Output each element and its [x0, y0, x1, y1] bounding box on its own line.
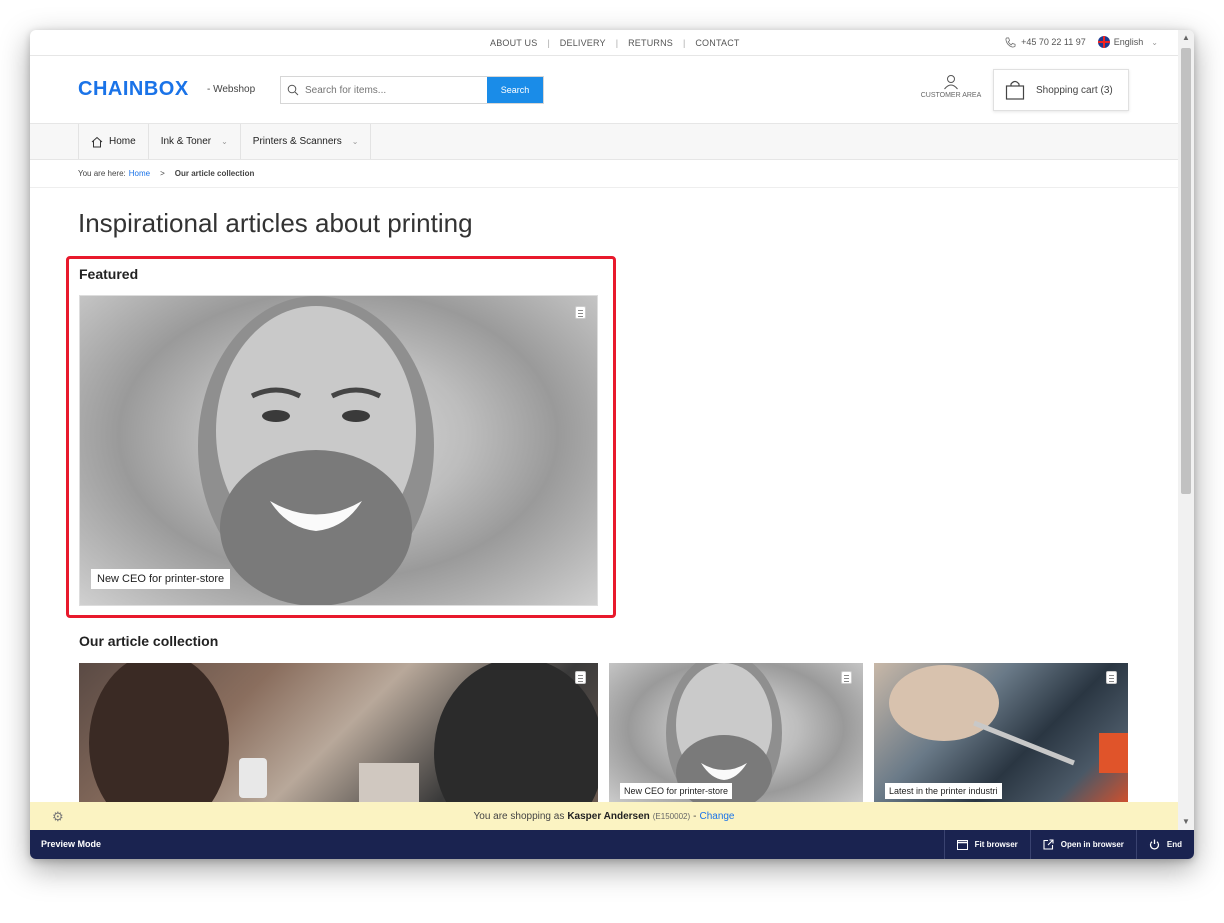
nav-ink-toner[interactable]: Ink & Toner ⌄	[149, 124, 241, 159]
article-icon	[1106, 671, 1117, 684]
chevron-down-icon: ⌄	[221, 137, 228, 146]
open-in-browser-button[interactable]: Open in browser	[1029, 830, 1136, 859]
end-preview-button[interactable]: End	[1135, 830, 1194, 859]
open-in-browser-label: Open in browser	[1060, 840, 1124, 849]
end-label: End	[1166, 840, 1182, 849]
language-selector[interactable]: English ⌄	[1097, 36, 1158, 48]
shopping-cart-button[interactable]: Shopping cart (3)	[993, 69, 1129, 111]
customer-area-button[interactable]: CUSTOMER AREA	[918, 74, 984, 99]
browser-window: ABOUT US | DELIVERY | RETURNS | CONTACT …	[30, 30, 1194, 859]
featured-caption: New CEO for printer-store	[91, 569, 231, 589]
cart-label: Shopping cart (3)	[1036, 84, 1113, 96]
separator: |	[683, 38, 686, 48]
home-icon	[91, 136, 103, 147]
top-bar: ABOUT US | DELIVERY | RETURNS | CONTACT …	[30, 30, 1178, 56]
top-links: ABOUT US | DELIVERY | RETURNS | CONTACT	[490, 38, 740, 48]
portrait-photo	[198, 296, 434, 605]
customer-code: (E150002)	[652, 811, 691, 821]
shopping-as-bar: ⚙ You are shopping as Kasper Andersen (E…	[30, 802, 1178, 830]
change-user-link[interactable]: Change	[699, 811, 734, 822]
article-icon	[841, 671, 852, 684]
contact-link[interactable]: CONTACT	[695, 38, 739, 48]
article-photo	[889, 665, 1128, 773]
shopping-as-user: Kasper Andersen	[567, 810, 650, 822]
article-photo	[89, 663, 598, 802]
nav-ink-toner-label: Ink & Toner	[160, 136, 212, 147]
article-icon	[575, 671, 586, 684]
portrait-photo	[666, 663, 782, 802]
page-title: Inspirational articles about printing	[78, 208, 473, 238]
logo-subtitle: - Webshop	[207, 84, 256, 95]
breadcrumb-current: Our article collection	[174, 169, 255, 178]
vertical-scrollbar[interactable]: ▲ ▼	[1178, 30, 1194, 830]
breadcrumb-prefix: You are here:	[78, 169, 126, 178]
shopping-as-prefix: You are shopping as	[473, 810, 565, 822]
nav-home-label: Home	[109, 136, 136, 147]
breadcrumb-home-link[interactable]: Home	[129, 169, 150, 178]
shopping-bag-icon	[1005, 80, 1025, 100]
main-nav: Home Ink & Toner ⌄ Printers & Scanners ⌄	[30, 124, 1178, 160]
article-caption: New CEO for printer-store	[620, 783, 733, 799]
search-button[interactable]: Search	[487, 77, 543, 103]
window-icon	[956, 839, 968, 850]
fit-browser-button[interactable]: Fit browser	[943, 830, 1030, 859]
shopping-as-dash: -	[693, 810, 697, 822]
site-header: CHAINBOX - Webshop Search CUSTOMER AREA …	[30, 56, 1178, 124]
gear-icon[interactable]: ⚙	[52, 809, 64, 825]
uk-flag-icon	[1097, 36, 1110, 48]
chevron-down-icon: ⌄	[351, 137, 359, 146]
article-card[interactable]: New CEO for printer-store	[609, 663, 863, 802]
customer-area-label: CUSTOMER AREA	[920, 92, 982, 99]
nav-printers-scanners[interactable]: Printers & Scanners ⌄	[241, 124, 372, 159]
nav-home[interactable]: Home	[78, 124, 149, 159]
preview-mode-bar: Preview Mode Fit browser Open in browser…	[30, 830, 1194, 859]
phone-contact[interactable]: +45 70 22 11 97	[1005, 37, 1086, 48]
user-icon	[944, 75, 958, 90]
article-card[interactable]	[79, 663, 598, 802]
featured-article-card[interactable]: New CEO for printer-store	[79, 295, 598, 606]
breadcrumb: You are here: Home > Our article collect…	[30, 160, 1178, 188]
preview-mode-label: Preview Mode	[41, 839, 102, 849]
top-right: +45 70 22 11 97 English ⌄	[1005, 36, 1158, 48]
scrollbar-thumb[interactable]	[1181, 48, 1191, 494]
search-bar: Search	[280, 76, 544, 104]
page-viewport: ABOUT US | DELIVERY | RETURNS | CONTACT …	[30, 30, 1178, 802]
power-icon	[1149, 839, 1160, 850]
chevron-down-icon: ⌄	[1151, 37, 1158, 47]
featured-heading: Featured	[79, 266, 139, 282]
article-icon	[575, 306, 586, 319]
article-caption: Latest in the printer industri	[885, 783, 1002, 799]
search-icon	[281, 77, 305, 103]
external-link-icon	[1043, 839, 1054, 850]
scroll-up-icon[interactable]: ▲	[1178, 30, 1194, 46]
breadcrumb-separator: >	[160, 169, 165, 178]
separator: |	[547, 38, 550, 48]
separator: |	[615, 38, 619, 48]
search-input[interactable]	[305, 77, 487, 103]
about-us-link[interactable]: ABOUT US	[490, 38, 537, 48]
article-card[interactable]: Latest in the printer industri	[874, 663, 1128, 802]
collection-heading: Our article collection	[79, 633, 219, 649]
phone-icon	[1005, 37, 1016, 47]
phone-number: +45 70 22 11 97	[1021, 37, 1086, 47]
delivery-link[interactable]: DELIVERY	[560, 38, 606, 48]
nav-printers-scanners-label: Printers & Scanners	[252, 136, 342, 147]
logo[interactable]: CHAINBOX	[78, 78, 189, 101]
scroll-down-icon[interactable]: ▼	[1178, 814, 1194, 830]
returns-link[interactable]: RETURNS	[628, 38, 673, 48]
language-label: English	[1113, 37, 1144, 47]
fit-browser-label: Fit browser	[974, 840, 1018, 849]
